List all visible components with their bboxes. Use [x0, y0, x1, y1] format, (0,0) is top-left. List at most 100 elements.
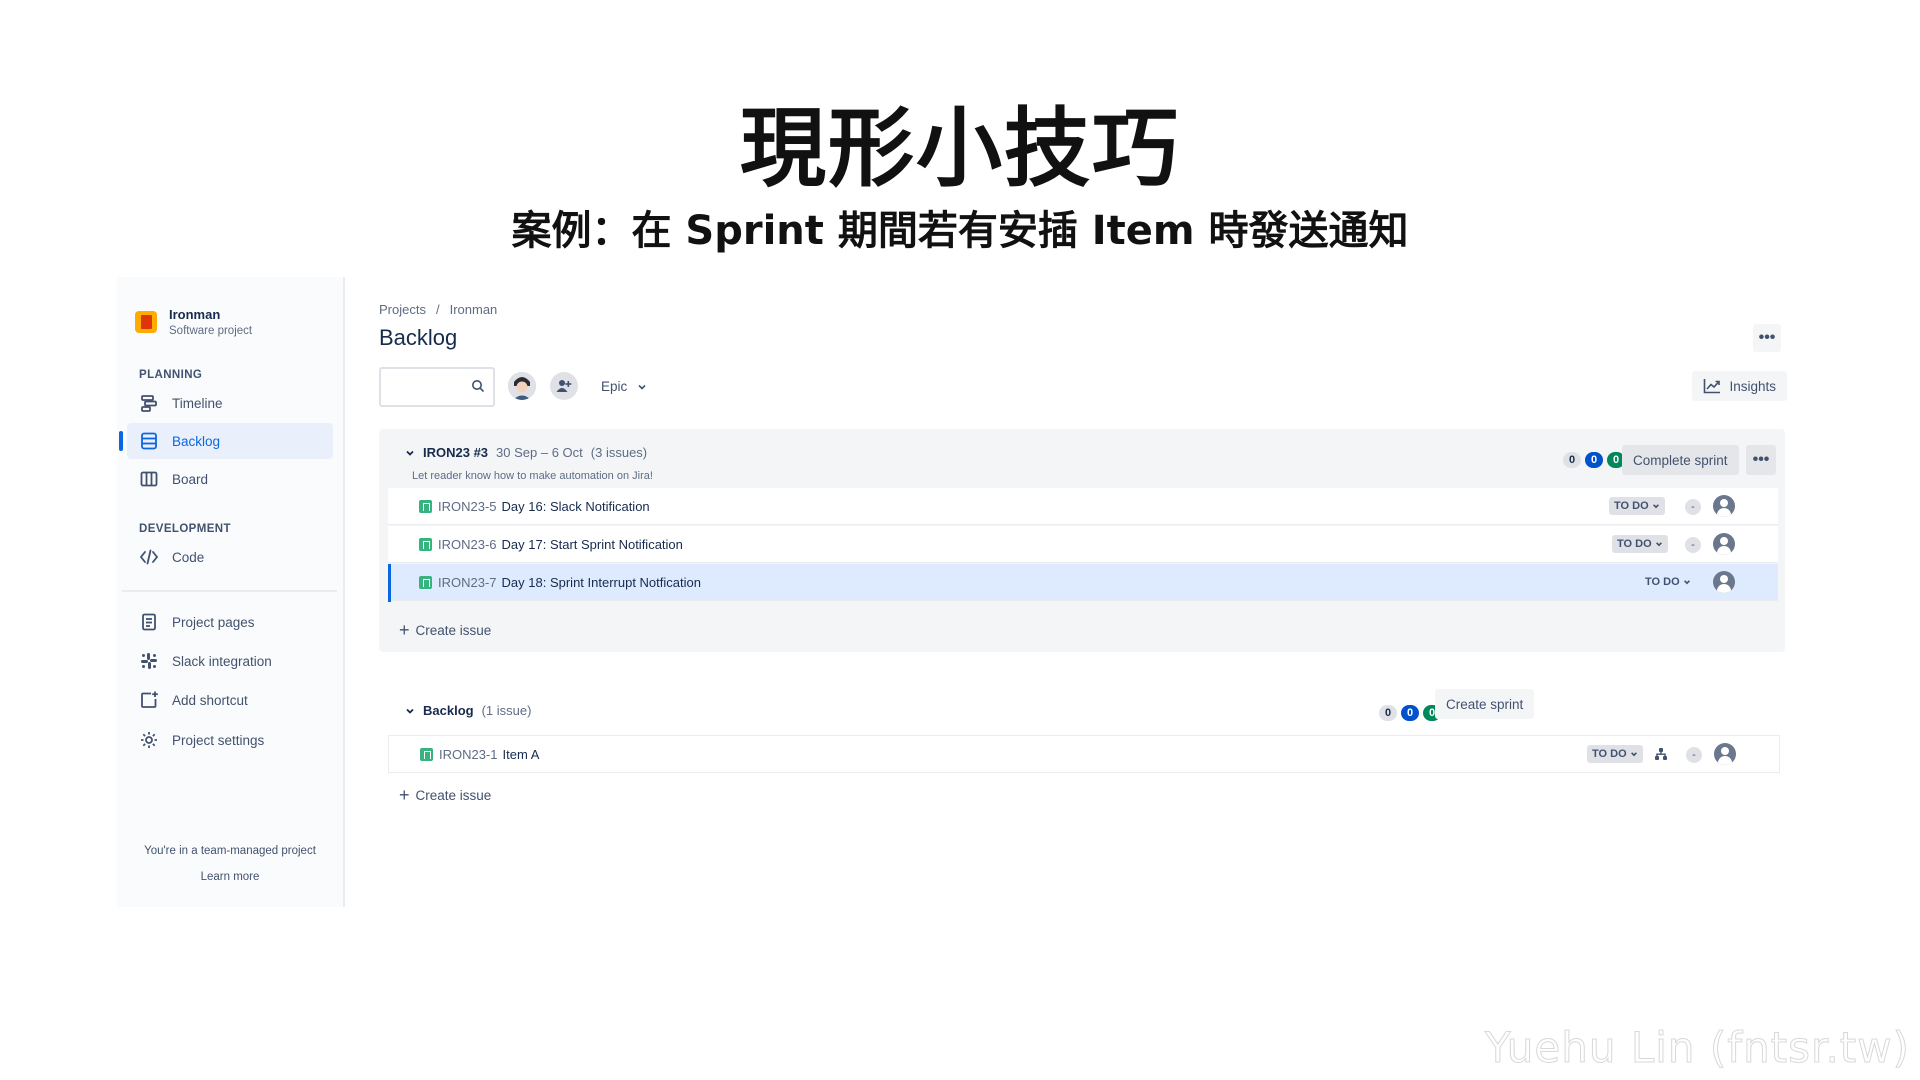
sidebar-item-project-settings[interactable]: Project settings: [127, 722, 333, 758]
project-header[interactable]: Ironman Software project: [135, 307, 252, 337]
epic-filter[interactable]: Epic: [601, 379, 647, 394]
breadcrumb-ironman[interactable]: Ironman: [450, 302, 498, 317]
sprint-more-button[interactable]: •••: [1746, 445, 1776, 475]
sprint-header[interactable]: IRON23 #3 30 Sep – 6 Oct (3 issues): [405, 445, 647, 460]
in-progress-count-badge: 0: [1401, 705, 1419, 721]
chevron-down-icon: [638, 384, 646, 390]
in-progress-count-badge: 0: [1585, 452, 1603, 468]
pages-icon: [142, 613, 156, 631]
issue-row[interactable]: IRON23-6 Day 17: Start Sprint Notificati…: [388, 526, 1778, 563]
issue-summary: Item A: [502, 746, 540, 762]
breadcrumb-projects[interactable]: Projects: [379, 302, 426, 317]
add-shortcut-icon: [141, 691, 158, 708]
sidebar-item-label: Project pages: [172, 614, 255, 630]
project-logo: [135, 311, 157, 333]
plus-icon: +: [399, 785, 410, 805]
complete-sprint-button[interactable]: Complete sprint: [1622, 445, 1739, 475]
backlog-issue-count: (1 issue): [481, 703, 532, 718]
backlog-header[interactable]: Backlog (1 issue): [405, 703, 531, 718]
story-icon: [419, 575, 432, 589]
issue-row[interactable]: IRON23-1 Item A TO DO -: [388, 735, 1780, 773]
status-dropdown[interactable]: TO DO: [1609, 497, 1665, 515]
issue-key[interactable]: IRON23-6: [438, 537, 497, 552]
chevron-down-icon[interactable]: [405, 448, 415, 458]
issue-summary: Day 16: Slack Notification: [501, 498, 650, 514]
development-section-label: DEVELOPMENT: [139, 523, 231, 535]
page-more-button[interactable]: •••: [1753, 324, 1781, 352]
assignee-avatar[interactable]: [1713, 495, 1735, 517]
sidebar-divider: [122, 590, 337, 592]
slack-icon: [141, 653, 157, 669]
sidebar-item-label: Backlog: [172, 433, 221, 449]
backlog-name: Backlog: [423, 703, 474, 718]
create-issue-button[interactable]: + Create issue: [399, 786, 491, 804]
issue-key[interactable]: IRON23-7: [438, 575, 497, 590]
settings-icon: [141, 732, 157, 748]
sidebar: Ironman Software project PLANNING Timeli…: [117, 277, 345, 907]
sidebar-item-label: Timeline: [172, 395, 223, 411]
slide-subtitle: 案例：在 Sprint 期間若有安插 Item 時發送通知: [511, 208, 1409, 254]
sprint-issue-count: (3 issues): [590, 445, 648, 460]
status-dropdown[interactable]: TO DO: [1587, 745, 1643, 763]
sprint-name: IRON23 #3: [423, 445, 489, 460]
status-dropdown[interactable]: TO DO: [1612, 535, 1668, 553]
insights-button[interactable]: Insights: [1692, 371, 1787, 401]
child-issues-icon[interactable]: [1653, 746, 1669, 762]
search-input[interactable]: [379, 367, 495, 407]
sidebar-item-project-pages[interactable]: Project pages: [127, 604, 333, 640]
chevron-down-icon: [1652, 504, 1659, 509]
slide-title: 現形小技巧: [740, 98, 1180, 199]
sprint-dates: 30 Sep – 6 Oct: [496, 445, 583, 460]
sidebar-item-add-shortcut[interactable]: Add shortcut: [127, 682, 333, 718]
page-title: Backlog: [379, 325, 458, 350]
issue-row-selected[interactable]: IRON23-7 Day 18: Sprint Interrupt Notfic…: [388, 564, 1778, 602]
story-points-estimate[interactable]: -: [1685, 537, 1701, 553]
sidebar-item-timeline[interactable]: Timeline: [127, 385, 333, 421]
issue-key[interactable]: IRON23-5: [438, 499, 497, 514]
status-label: TO DO: [1617, 538, 1652, 550]
backlog-icon: [141, 432, 157, 450]
create-sprint-button[interactable]: Create sprint: [1435, 689, 1535, 719]
assignee-avatar[interactable]: [1714, 743, 1736, 765]
sprint-status-counts: 0 0 0: [1563, 452, 1625, 468]
issue-summary: Day 17: Start Sprint Notification: [501, 536, 683, 552]
backlog-status-counts: 0 0 0: [1379, 705, 1441, 721]
assignee-avatar[interactable]: [1713, 533, 1735, 555]
story-icon: [419, 537, 432, 551]
create-issue-label: Create issue: [415, 622, 492, 638]
assignee-avatar[interactable]: [1713, 571, 1735, 593]
sprint-goal: Let reader know how to make automation o…: [412, 470, 653, 482]
sidebar-item-label: Project settings: [172, 732, 265, 748]
sidebar-item-backlog[interactable]: Backlog: [119, 423, 333, 459]
status-dropdown[interactable]: TO DO: [1640, 573, 1696, 591]
sidebar-item-slack-integration[interactable]: Slack integration: [127, 643, 333, 679]
plus-icon: +: [399, 620, 410, 640]
status-label: TO DO: [1645, 576, 1680, 588]
status-label: TO DO: [1614, 500, 1649, 512]
chevron-down-icon[interactable]: [405, 706, 415, 716]
story-icon: [419, 499, 432, 513]
create-issue-button[interactable]: + Create issue: [399, 621, 491, 639]
code-icon: [139, 549, 159, 565]
insights-label: Insights: [1729, 378, 1776, 394]
sidebar-item-board[interactable]: Board: [127, 461, 333, 497]
issue-row[interactable]: IRON23-5 Day 16: Slack Notification TO D…: [388, 488, 1778, 525]
learn-more-link[interactable]: Learn more: [117, 871, 343, 883]
main-content: Projects / Ironman Backlog ••• Epic Insigh…: [379, 277, 1787, 907]
sidebar-item-code[interactable]: Code: [127, 539, 333, 575]
add-people-button[interactable]: [550, 372, 578, 400]
sidebar-item-label: Board: [172, 471, 209, 487]
story-points-estimate[interactable]: -: [1685, 499, 1701, 515]
team-managed-note: You're in a team-managed project: [144, 845, 316, 857]
chevron-down-icon: [1655, 542, 1662, 547]
chevron-down-icon: [1683, 580, 1690, 585]
chevron-down-icon: [1630, 752, 1637, 757]
search-icon: [472, 380, 485, 393]
insights-icon: [1704, 379, 1721, 394]
user-avatar[interactable]: [508, 372, 536, 400]
watermark: Yuehu Lin (fntsr.tw): [1484, 1023, 1910, 1073]
todo-count-badge: 0: [1379, 705, 1397, 721]
story-points-estimate[interactable]: -: [1686, 747, 1702, 763]
issue-key[interactable]: IRON23-1: [439, 747, 498, 762]
epic-filter-label: Epic: [601, 379, 628, 394]
